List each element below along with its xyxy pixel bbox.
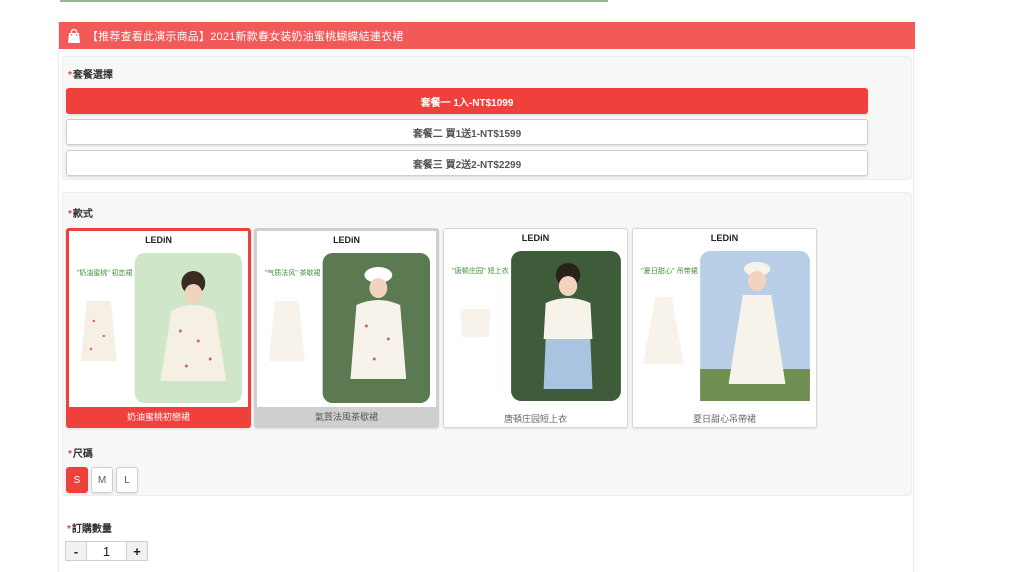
top-divider	[60, 0, 608, 2]
style-option-3[interactable]: LEDiN "唐顿庄园" 短上衣 唐頓庄园短上衣	[443, 228, 628, 428]
brand-logo: LEDiN	[333, 235, 360, 245]
plan-section: *套餐選擇 套餐一 1入-NT$1099 套餐二 買1送1-NT$1599 套餐…	[62, 56, 912, 180]
brand-logo: LEDiN	[145, 235, 172, 245]
product-image: LEDiN "夏日甜心" 吊带裙	[633, 229, 816, 409]
style-caption: 奶油蜜桃初戀裙	[69, 407, 248, 425]
quantity-increment-button[interactable]: +	[127, 542, 147, 560]
image-tagline: "夏日甜心" 吊带裙	[641, 266, 698, 275]
order-form: 【推荐查看此演示商品】2021新款春女装奶油蜜桃蝴蝶結連衣裙 *套餐選擇 套餐一…	[58, 22, 915, 572]
quantity-input[interactable]: 1	[86, 542, 127, 560]
size-label: *尺碼	[68, 449, 93, 460]
plan-option-2[interactable]: 套餐二 買1送1-NT$1599	[66, 119, 868, 145]
style-label: *款式	[68, 209, 93, 220]
plan-label: *套餐選擇	[68, 70, 113, 81]
style-caption: 氣質法風茶歇裙	[257, 407, 436, 425]
product-image: LEDiN "唐顿庄园" 短上衣	[444, 229, 627, 409]
quantity-decrement-button[interactable]: -	[66, 542, 86, 560]
size-option-s[interactable]: S	[66, 467, 88, 493]
image-tagline: "奶油蜜桃" 初恋裙	[77, 268, 133, 277]
quantity-section: *訂購數量 - 1 +	[62, 504, 912, 572]
quantity-stepper: - 1 +	[65, 541, 148, 561]
product-image: LEDiN "气质法风" 茶歇裙	[257, 231, 436, 411]
size-option-l[interactable]: L	[116, 467, 138, 493]
style-option-2[interactable]: LEDiN "气质法风" 茶歇裙 氣質法風茶歇裙	[254, 228, 439, 428]
style-option-4[interactable]: LEDiN "夏日甜心" 吊带裙 夏日甜心吊帶裙	[632, 228, 817, 428]
size-option-m[interactable]: M	[91, 467, 113, 493]
promo-banner[interactable]: 【推荐查看此演示商品】2021新款春女装奶油蜜桃蝴蝶結連衣裙	[59, 22, 915, 49]
brand-logo: LEDiN	[522, 233, 549, 243]
style-section: *款式 LEDiN "奶油蜜桃" 初恋裙 奶油蜜桃初戀裙 LEDiN "气质法风…	[62, 192, 912, 496]
plan-option-1[interactable]: 套餐一 1入-NT$1099	[66, 88, 868, 114]
shopping-bag-icon	[65, 27, 83, 45]
plan-option-3[interactable]: 套餐三 買2送2-NT$2299	[66, 150, 868, 176]
product-order-page: 【推荐查看此演示商品】2021新款春女装奶油蜜桃蝴蝶結連衣裙 *套餐選擇 套餐一…	[0, 0, 1024, 572]
style-caption: 唐頓庄园短上衣	[444, 409, 627, 427]
product-image: LEDiN "奶油蜜桃" 初恋裙	[69, 231, 248, 411]
brand-logo: LEDiN	[711, 233, 738, 243]
image-tagline: "气质法风" 茶歇裙	[265, 268, 321, 277]
style-caption: 夏日甜心吊帶裙	[633, 409, 816, 427]
quantity-label: *訂購數量	[67, 524, 112, 535]
image-tagline: "唐顿庄园" 短上衣	[452, 266, 509, 275]
banner-title: 【推荐查看此演示商品】2021新款春女装奶油蜜桃蝴蝶結連衣裙	[87, 30, 404, 43]
style-option-1[interactable]: LEDiN "奶油蜜桃" 初恋裙 奶油蜜桃初戀裙	[66, 228, 251, 428]
